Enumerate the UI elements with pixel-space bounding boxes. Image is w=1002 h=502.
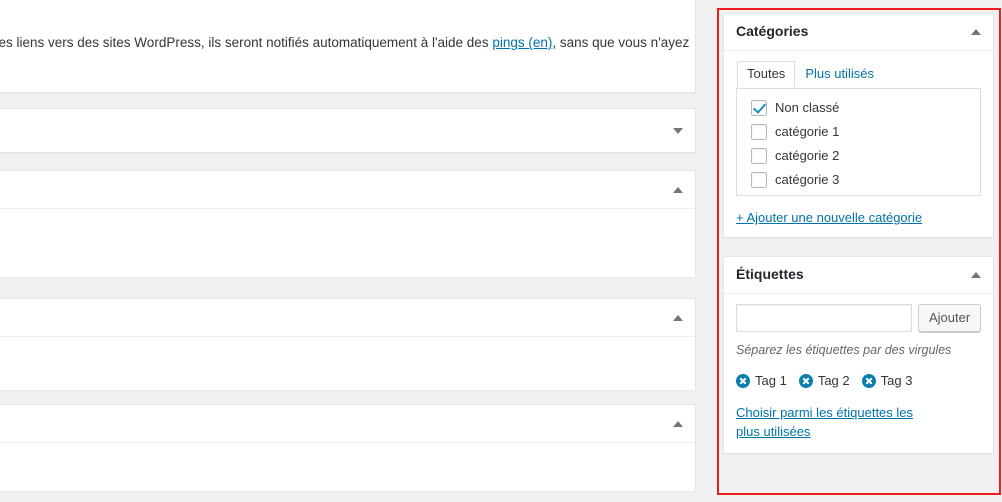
collapsed-metabox-1	[0, 108, 696, 153]
new-tag-input[interactable]	[736, 304, 912, 332]
metabox-3-body	[0, 337, 695, 390]
tag-chip-label: Tag 1	[755, 372, 787, 388]
tags-metabox-body: Ajouter Séparez les étiquettes par des v…	[724, 294, 993, 453]
remove-tag-icon[interactable]	[798, 373, 813, 388]
metabox-4-body	[0, 443, 695, 491]
pings-link[interactable]: pings (en)	[492, 35, 552, 50]
tab-all-categories[interactable]: Toutes	[737, 61, 796, 88]
metabox-2-body	[0, 209, 695, 277]
tag-chip-label: Tag 3	[880, 372, 913, 388]
categories-metabox: Catégories Toutes Plus utilisés Non clas…	[723, 13, 994, 238]
tag-list: Tag 1 Tag 2 Tag 3	[736, 372, 981, 390]
categories-tabs: Toutes Plus utilisés	[736, 61, 981, 88]
discussion-text-after: , sans que vous n'ayez	[552, 35, 690, 50]
category-row[interactable]: catégorie 2	[751, 144, 974, 168]
tab-item-most-used: Plus utilisés	[795, 61, 884, 87]
metabox-1-header[interactable]	[0, 109, 695, 153]
chevron-up-icon[interactable]	[673, 420, 683, 427]
categories-metabox-body: Toutes Plus utilisés Non classé catégori…	[724, 51, 993, 237]
add-new-category-link[interactable]: + Ajouter une nouvelle catégorie	[736, 210, 922, 225]
tags-metabox: Étiquettes Ajouter Séparez les étiquette…	[723, 256, 994, 455]
chevron-up-icon[interactable]	[971, 272, 981, 278]
discussion-help-text: des liens vers des sites WordPress, ils …	[0, 33, 691, 53]
remove-tag-icon[interactable]	[861, 373, 876, 388]
category-checkbox-1[interactable]	[751, 124, 767, 140]
tab-item-all: Toutes	[737, 61, 796, 88]
category-row[interactable]: Non classé	[751, 96, 974, 120]
tags-metabox-header[interactable]: Étiquettes	[724, 257, 993, 294]
category-checkbox-non-classe[interactable]	[751, 100, 767, 116]
chevron-up-icon[interactable]	[971, 29, 981, 35]
category-label[interactable]: catégorie 2	[775, 147, 839, 165]
tab-most-used-categories[interactable]: Plus utilisés	[795, 61, 884, 87]
tag-separator-hint: Séparez les étiquettes par des virgules	[736, 343, 952, 357]
editor-main-column: des liens vers des sites WordPress, ils …	[0, 0, 696, 502]
add-tag-button[interactable]: Ajouter	[918, 304, 982, 332]
categories-checklist[interactable]: Non classé catégorie 1 catégorie 2 catég…	[736, 88, 981, 196]
category-checkbox-3[interactable]	[751, 172, 767, 188]
tag-chip-label: Tag 2	[817, 372, 850, 388]
tag-chip: Tag 1	[736, 372, 787, 390]
expanded-metabox-2	[0, 170, 696, 277]
metabox-2-header[interactable]	[0, 171, 695, 209]
tag-entry-row: Ajouter	[736, 304, 982, 332]
discussion-text-before: des liens vers des sites WordPress, ils …	[0, 35, 493, 50]
tag-chip: Tag 3	[861, 372, 913, 390]
choose-most-used-tags-link[interactable]: Choisir parmi les étiquettes les plus ut…	[736, 404, 938, 442]
category-label[interactable]: Non classé	[775, 99, 839, 117]
category-row[interactable]: catégorie 1	[751, 120, 974, 144]
categories-title: Catégories	[736, 23, 809, 40]
chevron-up-icon[interactable]	[673, 186, 683, 193]
metabox-3-header[interactable]	[0, 299, 695, 337]
remove-tag-icon[interactable]	[736, 373, 750, 388]
expanded-metabox-3	[0, 298, 696, 390]
tags-title: Étiquettes	[736, 266, 804, 283]
categories-metabox-header[interactable]: Catégories	[724, 14, 993, 51]
expanded-metabox-4	[0, 404, 696, 491]
category-row[interactable]: catégorie 3	[751, 168, 974, 192]
editor-sidebar-column: Catégories Toutes Plus utilisés Non clas…	[723, 13, 994, 455]
discussion-metabox: des liens vers des sites WordPress, ils …	[0, 0, 696, 93]
category-label[interactable]: catégorie 1	[775, 123, 839, 141]
chevron-down-icon[interactable]	[673, 128, 683, 134]
tag-chip: Tag 2	[798, 372, 850, 390]
chevron-up-icon[interactable]	[673, 314, 683, 321]
category-checkbox-2[interactable]	[751, 148, 767, 164]
category-label[interactable]: catégorie 3	[775, 171, 839, 189]
metabox-4-header[interactable]	[0, 405, 695, 443]
